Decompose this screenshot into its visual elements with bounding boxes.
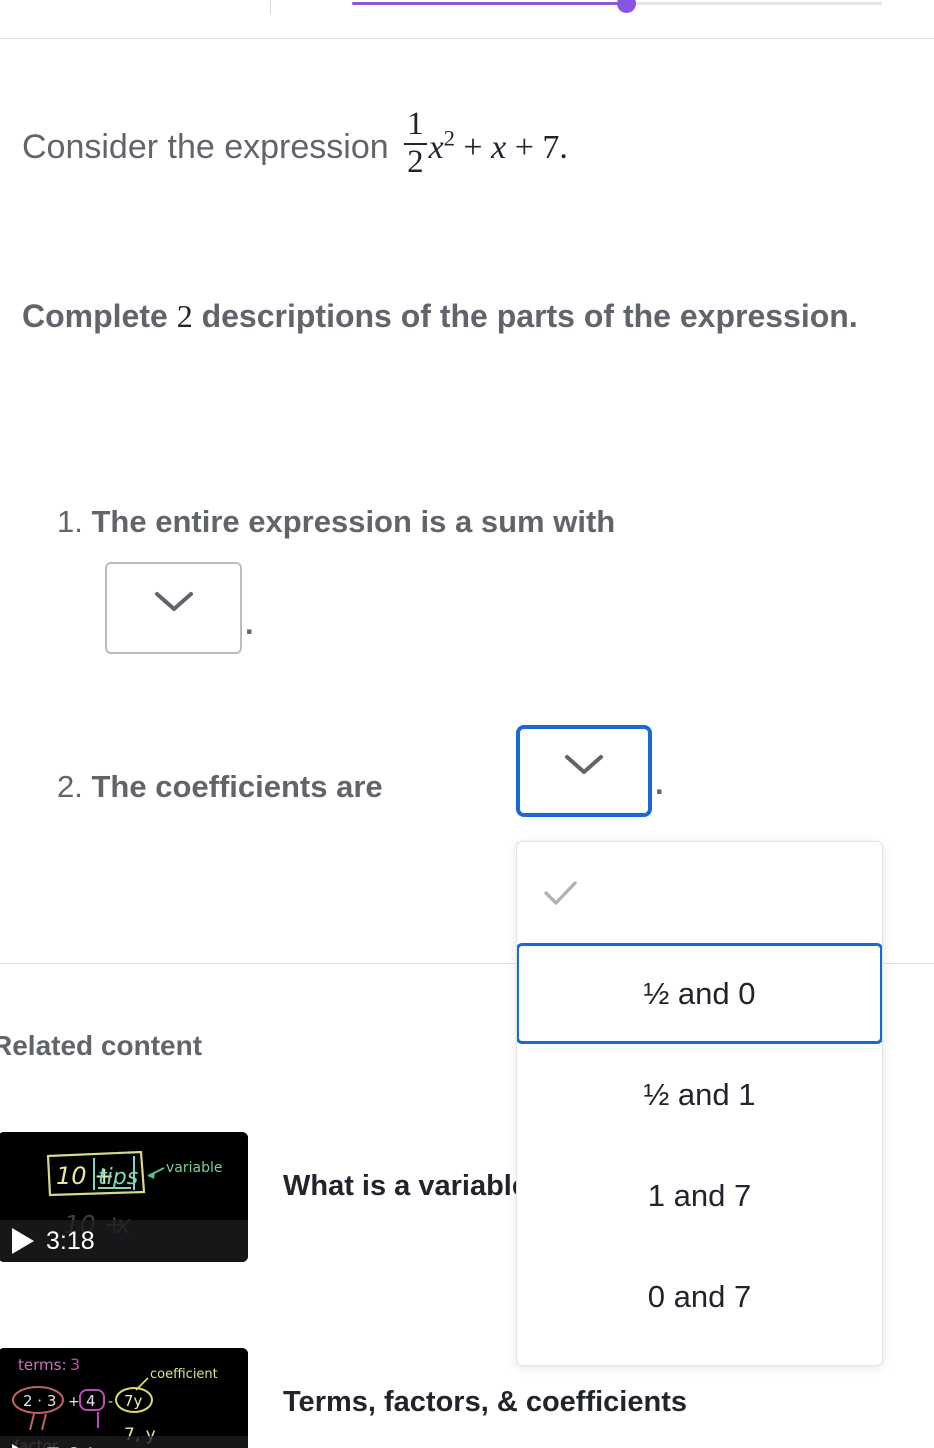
check-icon: [544, 880, 577, 905]
instruction-before: Complete: [22, 298, 177, 334]
dropdown-option-blank[interactable]: [517, 842, 882, 943]
svg-text:variable: variable: [166, 1160, 222, 1176]
video-thumbnail[interactable]: 10 + tips variable 10 + x 3:18: [0, 1132, 248, 1262]
dropdown-option-label: 0 and 7: [647, 1278, 752, 1314]
dropdown-option-half-and-1[interactable]: ½ and 1: [517, 1044, 882, 1145]
chevron-down-icon: [565, 755, 603, 774]
related-content-heading: Related content: [0, 1030, 203, 1061]
progress-knob-icon: [617, 0, 636, 13]
expression-operator-1: +: [463, 128, 483, 166]
expression-constant: 7: [542, 128, 560, 166]
expression-period: .: [559, 128, 568, 166]
item-1-label: The entire expression is a sum with: [91, 504, 616, 539]
video-thumbnail[interactable]: terms: 3 2 · 3 + 4 - 7y coefficient 7, y…: [0, 1348, 248, 1448]
dropdown-option-label: ½ and 0: [643, 975, 756, 1011]
svg-text:2 · 3: 2 · 3: [23, 1392, 56, 1410]
svg-text:-: -: [108, 1394, 113, 1410]
fraction-one-half: 1 2: [404, 106, 427, 180]
dropdown-option-1-and-7[interactable]: 1 and 7: [517, 1145, 882, 1246]
prompt-text: Consider the expression: [22, 127, 389, 166]
svg-text:7y: 7y: [124, 1392, 143, 1410]
svg-text:4: 4: [86, 1392, 96, 1410]
fraction-denominator: 2: [407, 143, 424, 180]
question-prompt: Consider the expression 1 2 x2 + x + 7.: [22, 106, 912, 180]
thumbnail-art-terms: terms: 3 2 · 3 + 4 - 7y coefficient 7, y…: [0, 1348, 248, 1448]
dropdown-trigger-2[interactable]: [516, 725, 652, 817]
expression-term-2: x: [491, 128, 507, 166]
header-bottom-rule: [0, 38, 934, 39]
video-duration: 7:04: [46, 1443, 95, 1448]
svg-text:3: 3: [70, 1355, 80, 1374]
related-video-title[interactable]: What is a variable?: [283, 1170, 546, 1203]
instruction-count: 2: [176, 298, 193, 334]
description-item-2: 2. The coefficients are: [57, 765, 887, 809]
play-icon: [12, 1444, 34, 1448]
expression-variable: x: [428, 128, 444, 166]
dropdown-options-panel[interactable]: ½ and 0 ½ and 1 1 and 7 0 and 7: [516, 841, 883, 1366]
dropdown-option-half-and-0[interactable]: ½ and 0: [517, 943, 882, 1044]
progress-bar-track[interactable]: [352, 0, 882, 13]
dropdown-trigger-1[interactable]: [105, 562, 242, 654]
video-duration-bar: 3:18: [0, 1220, 248, 1262]
svg-text:+: +: [68, 1394, 80, 1410]
progress-bar-fill: [352, 2, 627, 5]
dropdown-option-label: 1 and 7: [647, 1177, 752, 1213]
svg-text:terms:: terms:: [18, 1356, 67, 1374]
dropdown-option-label: ½ and 1: [643, 1076, 756, 1112]
instruction-text: Complete 2 descriptions of the parts of …: [22, 287, 910, 345]
exercise-header: [0, 0, 934, 33]
chevron-down-icon: [154, 592, 193, 611]
svg-text:coefficient: coefficient: [150, 1367, 218, 1382]
svg-text:tips: tips: [98, 1165, 138, 1190]
header-divider: [270, 0, 271, 14]
item-2-label: The coefficients are: [91, 769, 383, 804]
exercise-page: Consider the expression 1 2 x2 + x + 7. …: [0, 0, 934, 1448]
fraction-numerator: 1: [407, 106, 424, 142]
video-duration-bar: 7:04: [0, 1436, 248, 1448]
dropdown-option-0-and-7[interactable]: 0 and 7: [517, 1246, 882, 1347]
description-item-1: 1. The entire expression is a sum with: [57, 500, 887, 544]
item-1-period: .: [245, 606, 254, 641]
item-1-marker: 1.: [57, 504, 83, 539]
expression-operator-2: +: [514, 128, 534, 166]
related-video-title[interactable]: Terms, factors, & coefficients: [283, 1386, 687, 1419]
item-2-period: .: [655, 766, 664, 801]
play-icon: [12, 1228, 34, 1254]
instruction-after: descriptions of the parts of the express…: [192, 298, 858, 334]
expression-exponent: 2: [443, 125, 455, 151]
item-2-marker: 2.: [57, 769, 83, 804]
video-duration: 3:18: [46, 1226, 95, 1255]
